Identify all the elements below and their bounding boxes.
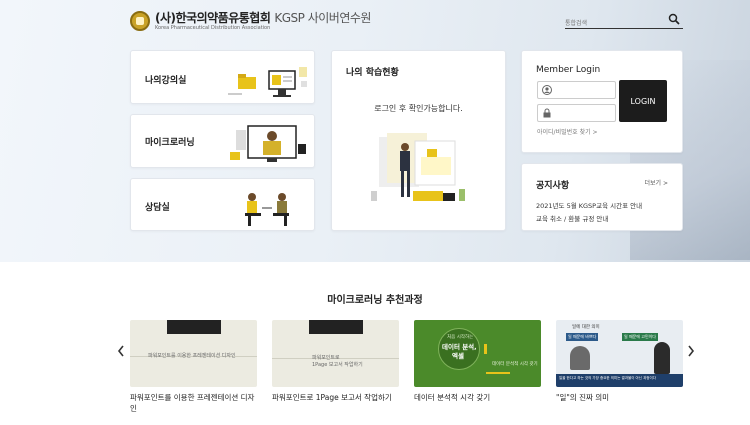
recommend-section-title: 마이크로러닝 추천과정: [327, 295, 423, 306]
user-icon: [542, 85, 552, 95]
password-field[interactable]: [537, 104, 616, 122]
course-card[interactable]: 파워포인트로 1Page 보고서 작업하기 파워포인트로 1Page 보고서 작…: [272, 320, 399, 404]
course-thumb-caption: 처음 시작하는: [447, 335, 474, 340]
course-thumb-caption: 데이터 분석적 시각 갖기: [492, 362, 538, 367]
login-required-message: 로그인 후 확인가능합니다.: [374, 104, 463, 113]
member-login-title: Member Login: [536, 65, 601, 75]
course-title[interactable]: 파워포인트로 1Page 보고서 작업하기: [272, 393, 399, 404]
course-thumb-caption: 일 때문에 고민이다: [622, 333, 658, 341]
logo-title: (사)한국의약품유통협회: [155, 10, 271, 25]
menu-label-microlearning: 마이크로러닝: [145, 138, 195, 148]
course-thumbnail[interactable]: 파워포인트를 이용한 프레젠테이션 디자인: [130, 320, 257, 387]
user-id-field[interactable]: [537, 81, 616, 99]
carousel-next-icon[interactable]: [686, 344, 696, 358]
course-thumbnail[interactable]: 파워포인트로 1Page 보고서 작업하기: [272, 320, 399, 387]
menu-card-microlearning[interactable]: 마이크로러닝: [130, 114, 315, 168]
member-login-panel: Member Login LOGIN 아이디/비밀번호 찾기 >: [521, 50, 683, 153]
logo-kgsp: KGSP 사이버연수원: [274, 10, 371, 25]
carousel-prev-icon[interactable]: [116, 344, 126, 358]
microlearning-illustration-icon: [230, 125, 306, 162]
course-thumb-caption: 1Page 보고서 작업하기: [312, 362, 363, 368]
course-thumb-caption: 일에 대한 의미: [572, 325, 600, 330]
course-thumbnail[interactable]: 처음 시작하는 데이터 분석, 엑셀 데이터 분석적 시각 갖기: [414, 320, 541, 387]
course-card[interactable]: 처음 시작하는 데이터 분석, 엑셀 데이터 분석적 시각 갖기 데이터 분석적…: [414, 320, 541, 404]
course-thumb-caption: 일 때문에 바쁘다: [566, 333, 599, 341]
logo-subtitle: Korea Pharmaceutical Distribution Associ…: [155, 24, 271, 31]
course-thumb-caption: 파워포인트를 이용한 프레젠테이션 디자인: [148, 353, 236, 359]
notice-item[interactable]: 2021년도 5월 KGSP교육 시간표 안내: [536, 200, 642, 210]
association-emblem-icon: [130, 11, 150, 31]
search-bar: [565, 10, 683, 33]
course-title[interactable]: 파워포인트를 이용한 프레젠테이션 디자인: [130, 393, 257, 415]
user-id-input[interactable]: [556, 84, 612, 96]
learning-status-title: 나의 학습현황: [346, 68, 399, 78]
search-icon[interactable]: [668, 13, 680, 25]
notice-item[interactable]: 교육 취소 / 환불 규정 안내: [536, 213, 608, 223]
find-id-password-link[interactable]: 아이디/비밀번호 찾기 >: [537, 127, 598, 136]
course-title[interactable]: "일"의 진짜 의미: [556, 393, 683, 404]
menu-label-counseling: 상담실: [145, 203, 170, 213]
login-button[interactable]: LOGIN: [619, 80, 667, 122]
course-card[interactable]: 일에 대한 의미 일 때문에 바쁘다 일 때문에 고민이다 일을 한다고 하는 …: [556, 320, 683, 404]
menu-card-counseling[interactable]: 상담실: [130, 178, 315, 231]
search-input[interactable]: [565, 14, 661, 33]
notice-more-link[interactable]: 더보기 >: [645, 178, 669, 187]
course-thumb-caption: 파워포인트로: [312, 355, 340, 361]
course-title[interactable]: 데이터 분석적 시각 갖기: [414, 393, 541, 404]
site-logo[interactable]: (사)한국의약품유통협회 KGSP 사이버연수원 Korea Pharmaceut…: [130, 11, 371, 31]
course-thumbnail[interactable]: 일에 대한 의미 일 때문에 바쁘다 일 때문에 고민이다 일을 한다고 하는 …: [556, 320, 683, 387]
notice-panel: 공지사항 더보기 > 2021년도 5월 KGSP교육 시간표 안내 교육 취소…: [521, 163, 683, 231]
counseling-illustration-icon: [245, 193, 289, 226]
study-illustration-icon: [371, 133, 465, 201]
course-thumb-caption: 엑셀: [452, 352, 464, 360]
notice-title: 공지사항: [536, 181, 570, 191]
course-thumb-caption: 일을 한다고 하는 것의 가장 중요한 의미는 결과물이 아닌 과정이다: [559, 376, 656, 380]
menu-card-my-classroom[interactable]: 나의강의실: [130, 50, 315, 104]
menu-label-my-classroom: 나의강의실: [145, 76, 187, 86]
classroom-illustration-icon: [228, 67, 307, 97]
password-input[interactable]: [556, 107, 612, 119]
learning-status-panel: 나의 학습현황 로그인 후 확인가능합니다.: [331, 50, 506, 231]
course-card[interactable]: 파워포인트를 이용한 프레젠테이션 디자인 파워포인트를 이용한 프레젠테이션 …: [130, 320, 257, 415]
lock-icon: [543, 108, 551, 118]
